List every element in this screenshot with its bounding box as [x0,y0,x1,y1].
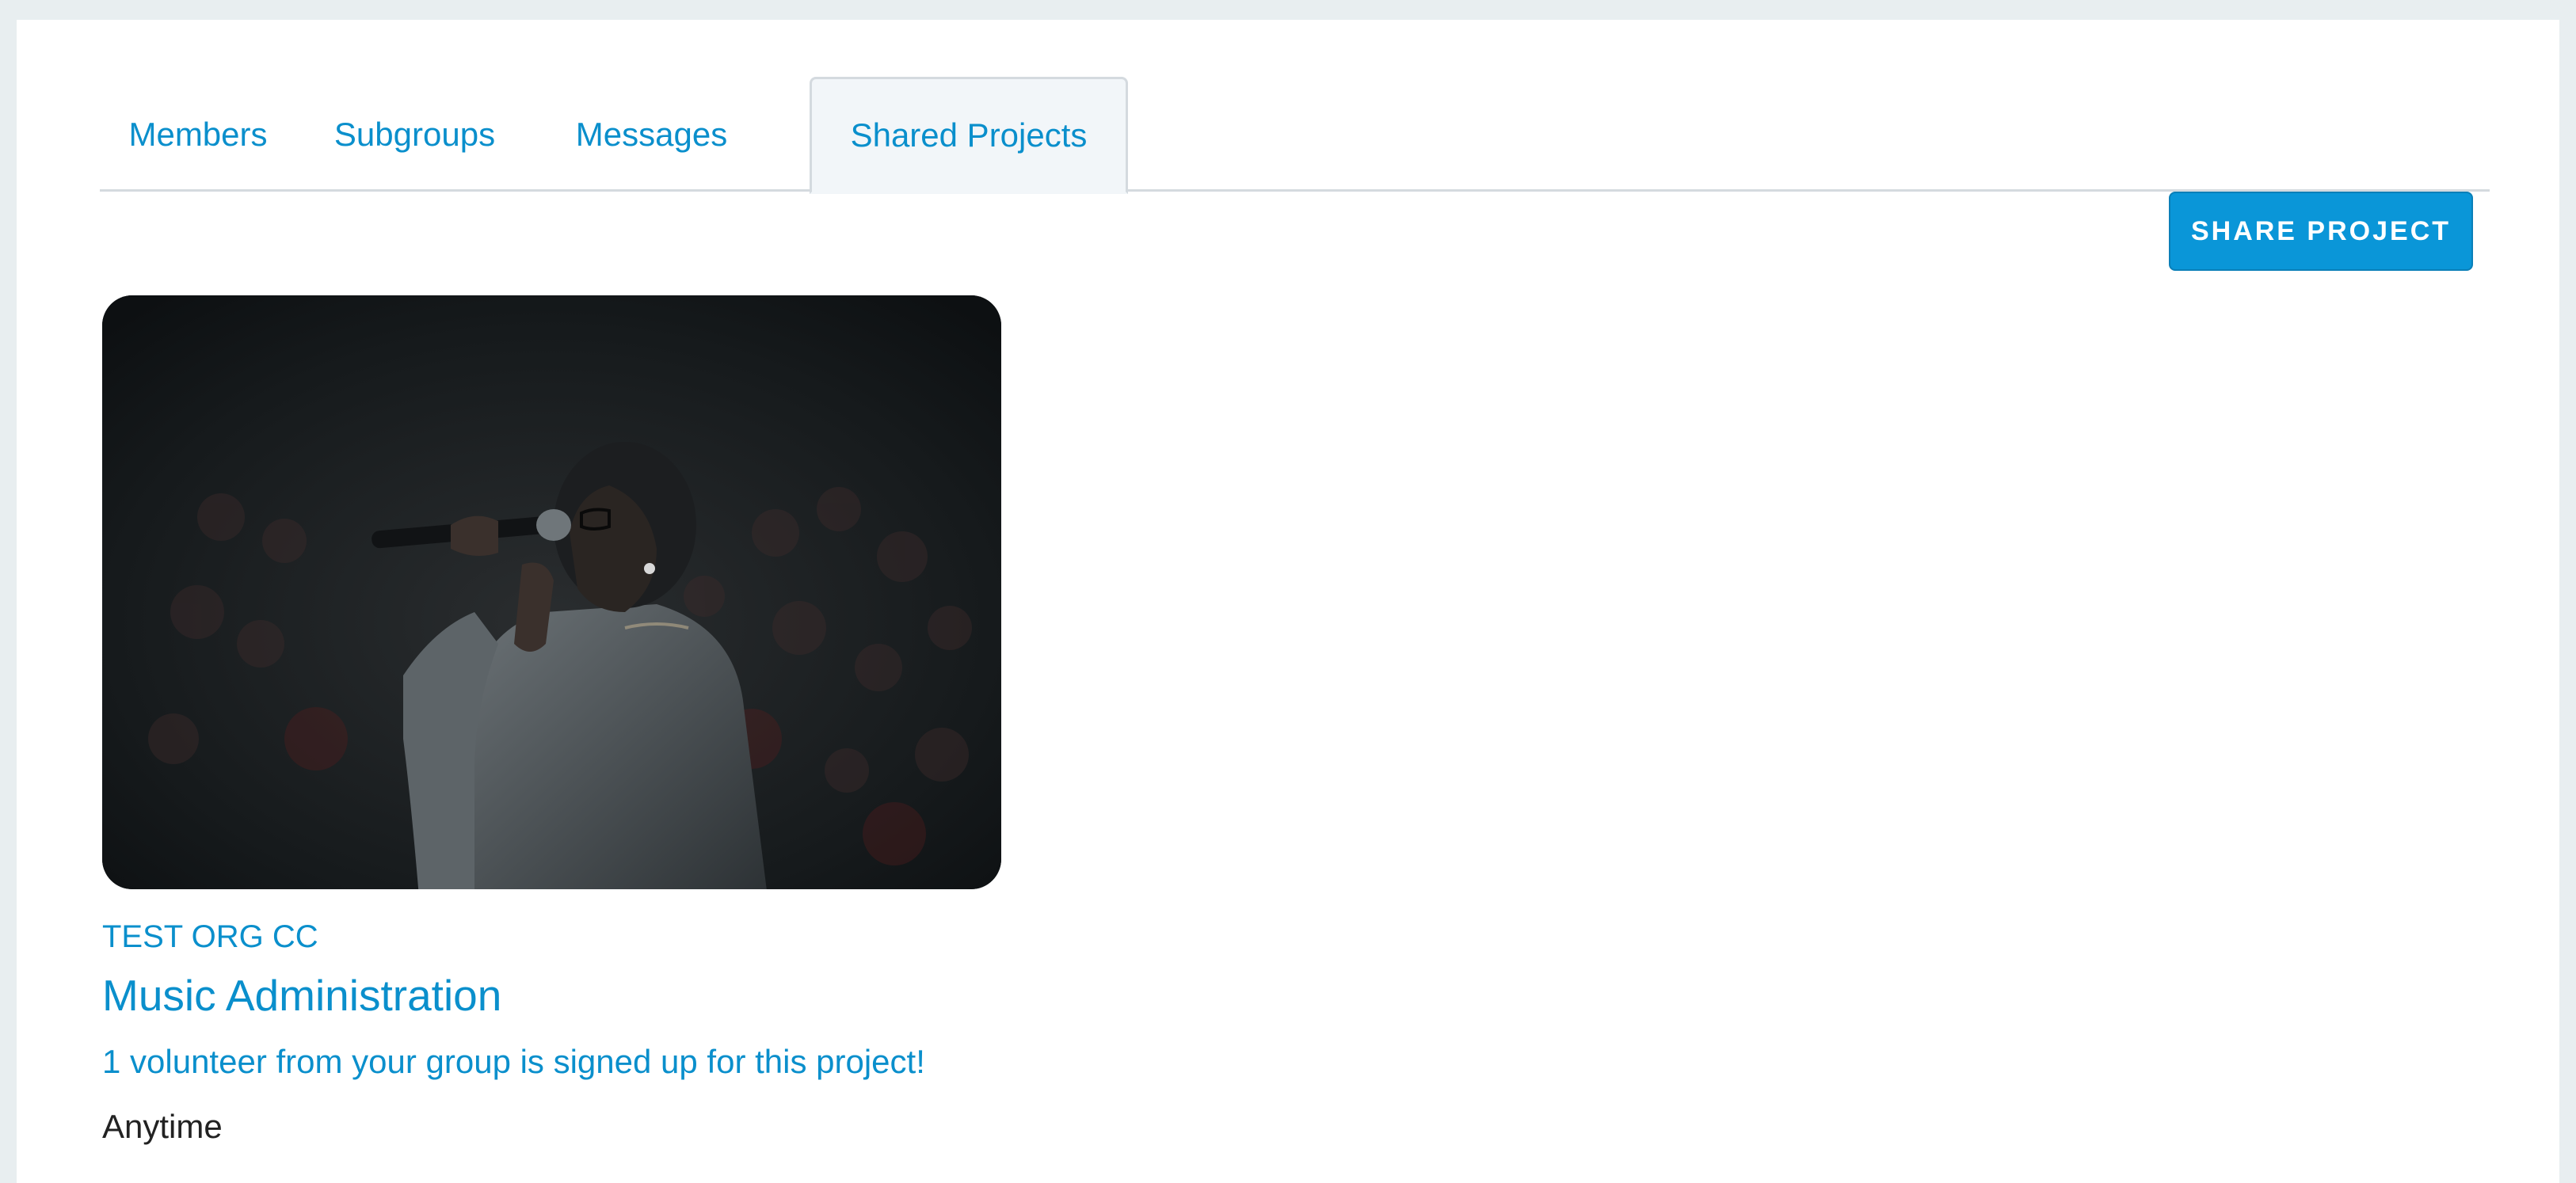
tab-messages[interactable]: Messages [533,77,770,192]
share-project-button[interactable]: SHARE PROJECT [2169,192,2473,271]
project-schedule: Anytime [102,1108,223,1145]
project-title-link[interactable]: Music Administration [102,970,501,1021]
tab-subgroups[interactable]: Subgroups [296,77,533,192]
singer-photo [102,295,1001,889]
project-organization[interactable]: TEST ORG CC [102,919,318,955]
project-image[interactable] [102,295,1001,889]
tab-members[interactable]: Members [100,77,296,192]
tab-bar: Members Subgroups Messages Shared Projec… [100,77,2490,194]
main-panel: Members Subgroups Messages Shared Projec… [17,20,2559,1183]
tab-shared-projects[interactable]: Shared Projects [810,77,1128,194]
volunteer-signup-note: 1 volunteer from your group is signed up… [102,1043,925,1080]
